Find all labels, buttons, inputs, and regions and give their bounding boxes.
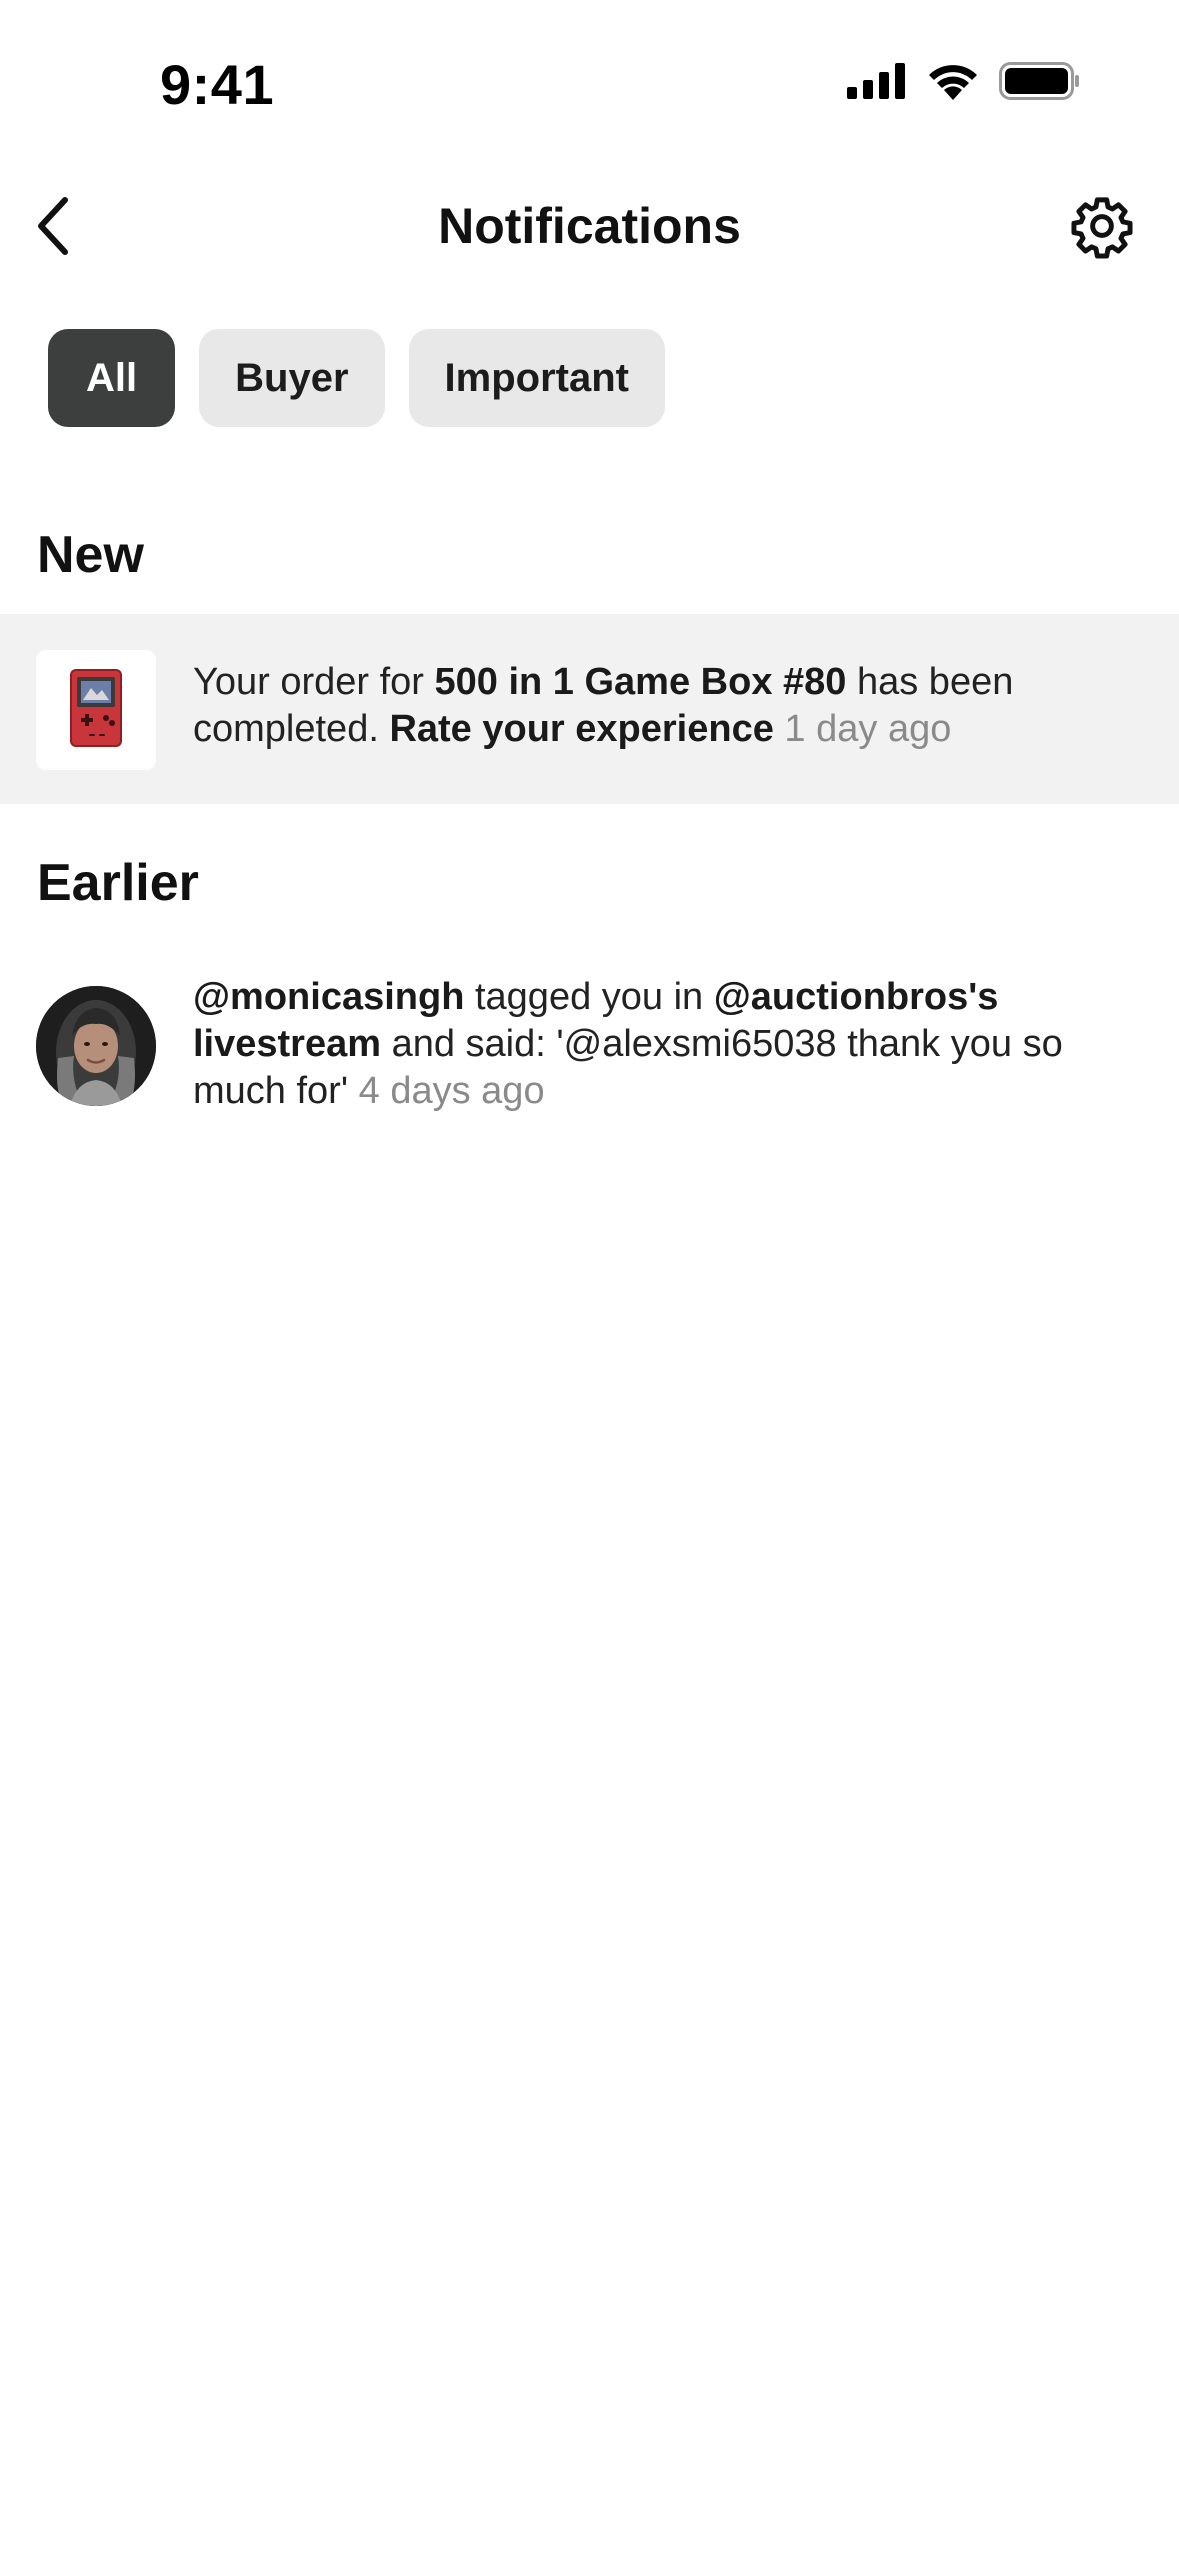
rate-experience-link[interactable]: Rate your experience <box>389 708 773 750</box>
game-console-icon <box>69 668 123 753</box>
notification-item-tag[interactable]: @monicasingh tagged you in @auctionbros'… <box>0 970 1179 1130</box>
notification-text: Your order for 500 in 1 Game Box #80 has… <box>193 659 1119 753</box>
filter-tab-important[interactable]: Important <box>408 329 665 427</box>
avatar[interactable] <box>36 986 156 1106</box>
settings-button[interactable] <box>1065 191 1139 265</box>
product-thumbnail[interactable] <box>36 650 156 770</box>
status-icons <box>847 62 1081 105</box>
battery-icon <box>999 62 1081 105</box>
notification-timestamp: 1 day ago <box>784 708 952 750</box>
filter-tab-buyer[interactable]: Buyer <box>199 329 385 427</box>
wifi-icon <box>927 62 979 105</box>
notification-text: @monicasingh tagged you in @auctionbros'… <box>193 974 1119 1115</box>
status-bar: 9:41 <box>0 0 1179 150</box>
section-title-earlier: Earlier <box>37 854 199 912</box>
notification-text-part: tagged you in <box>464 976 714 1018</box>
header: Notifications <box>0 175 1179 279</box>
section-title-new: New <box>37 526 144 584</box>
product-name[interactable]: 500 in 1 Game Box #80 <box>435 661 847 703</box>
cellular-signal-icon <box>847 63 907 104</box>
notification-item-order[interactable]: Your order for 500 in 1 Game Box #80 has… <box>0 614 1179 804</box>
username-link[interactable]: @monicasingh <box>193 976 464 1018</box>
filter-tabs: All Buyer Important <box>48 329 665 427</box>
notification-timestamp: 4 days ago <box>358 1070 545 1112</box>
gear-icon <box>1069 193 1135 264</box>
filter-tab-all[interactable]: All <box>48 329 176 427</box>
status-time: 9:41 <box>160 53 275 116</box>
notification-text-part: Your order for <box>193 661 435 703</box>
page-title: Notifications <box>438 198 741 254</box>
